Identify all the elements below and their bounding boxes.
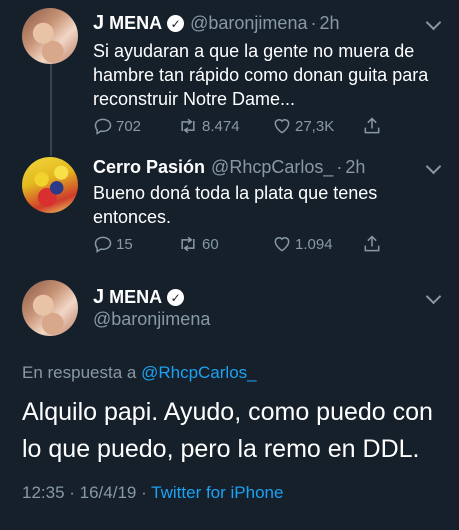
handle[interactable]: @RhcpCarlos_ (211, 157, 333, 178)
reply-button[interactable]: 702 (93, 116, 177, 136)
like-icon (274, 119, 290, 134)
avatar[interactable] (22, 8, 78, 64)
handle[interactable]: @baronjimena (93, 309, 210, 330)
reply-count: 15 (116, 235, 133, 253)
tweet-text: Bueno doná toda la plata que tenes enton… (93, 183, 378, 227)
display-name[interactable]: J MENA (93, 12, 162, 35)
tweet-actions: 15 60 1.094 (93, 234, 385, 254)
like-icon (274, 237, 290, 252)
like-button[interactable]: 1.094 (272, 234, 362, 254)
timestamp: 12:35 · 16/4/19 · (22, 483, 152, 502)
display-name[interactable]: J MENA (93, 286, 162, 309)
tweet-text: Si ayudaran a que la gente no muera de h… (93, 41, 429, 109)
tweet-text: Alquilo papi. Ayudo, como puedo con lo q… (22, 398, 433, 463)
reply-icon (94, 236, 112, 253)
share-button[interactable] (362, 116, 385, 136)
tweet-actions: 702 8.474 27,3K (93, 116, 385, 136)
separator-dot: · (310, 13, 317, 33)
tweet-header: Cerro Pasión @RhcpCarlos_ · 2h (93, 157, 365, 178)
retweet-count: 8.474 (202, 117, 240, 135)
avatar[interactable] (22, 280, 78, 336)
replying-prefix: En respuesta a (22, 363, 142, 382)
verified-icon: ✓ (167, 289, 185, 306)
chevron-down-icon[interactable] (425, 158, 442, 175)
handle[interactable]: @baronjimena (190, 13, 307, 34)
tweet-header: J MENA ✓ @baronjimena · 2h (93, 12, 340, 35)
verified-icon: ✓ (167, 15, 185, 32)
tweet-meta: 12:35 · 16/4/19 · Twitter for iPhone (22, 483, 283, 503)
handle-row: @baronjimena (93, 309, 210, 330)
like-button[interactable]: 27,3K (272, 116, 362, 136)
separator-dot: · (336, 157, 343, 177)
tweet-header: J MENA ✓ (93, 286, 185, 309)
like-count: 1.094 (295, 235, 333, 253)
chevron-down-icon[interactable] (425, 288, 442, 305)
timestamp[interactable]: 2h (345, 157, 365, 178)
retweet-button[interactable]: 60 (177, 234, 272, 254)
reply-icon (94, 118, 112, 135)
retweet-icon (181, 236, 195, 252)
retweet-count: 60 (202, 235, 219, 253)
like-count: 27,3K (295, 117, 335, 135)
chevron-down-icon[interactable] (425, 14, 442, 31)
retweet-button[interactable]: 8.474 (177, 116, 272, 136)
source-link[interactable]: Twitter for iPhone (151, 483, 283, 502)
share-icon (364, 235, 380, 252)
mention-link[interactable]: @RhcpCarlos_ (141, 363, 257, 382)
display-name[interactable]: Cerro Pasión (93, 157, 205, 178)
reply-count: 702 (116, 117, 142, 135)
replying-to: En respuesta a @RhcpCarlos_ (22, 363, 257, 383)
timestamp[interactable]: 2h (319, 13, 339, 34)
thread-connector (50, 62, 52, 156)
avatar[interactable] (22, 157, 78, 213)
retweet-icon (181, 118, 195, 134)
share-icon (364, 117, 380, 134)
share-button[interactable] (362, 234, 385, 254)
reply-button[interactable]: 15 (93, 234, 177, 254)
